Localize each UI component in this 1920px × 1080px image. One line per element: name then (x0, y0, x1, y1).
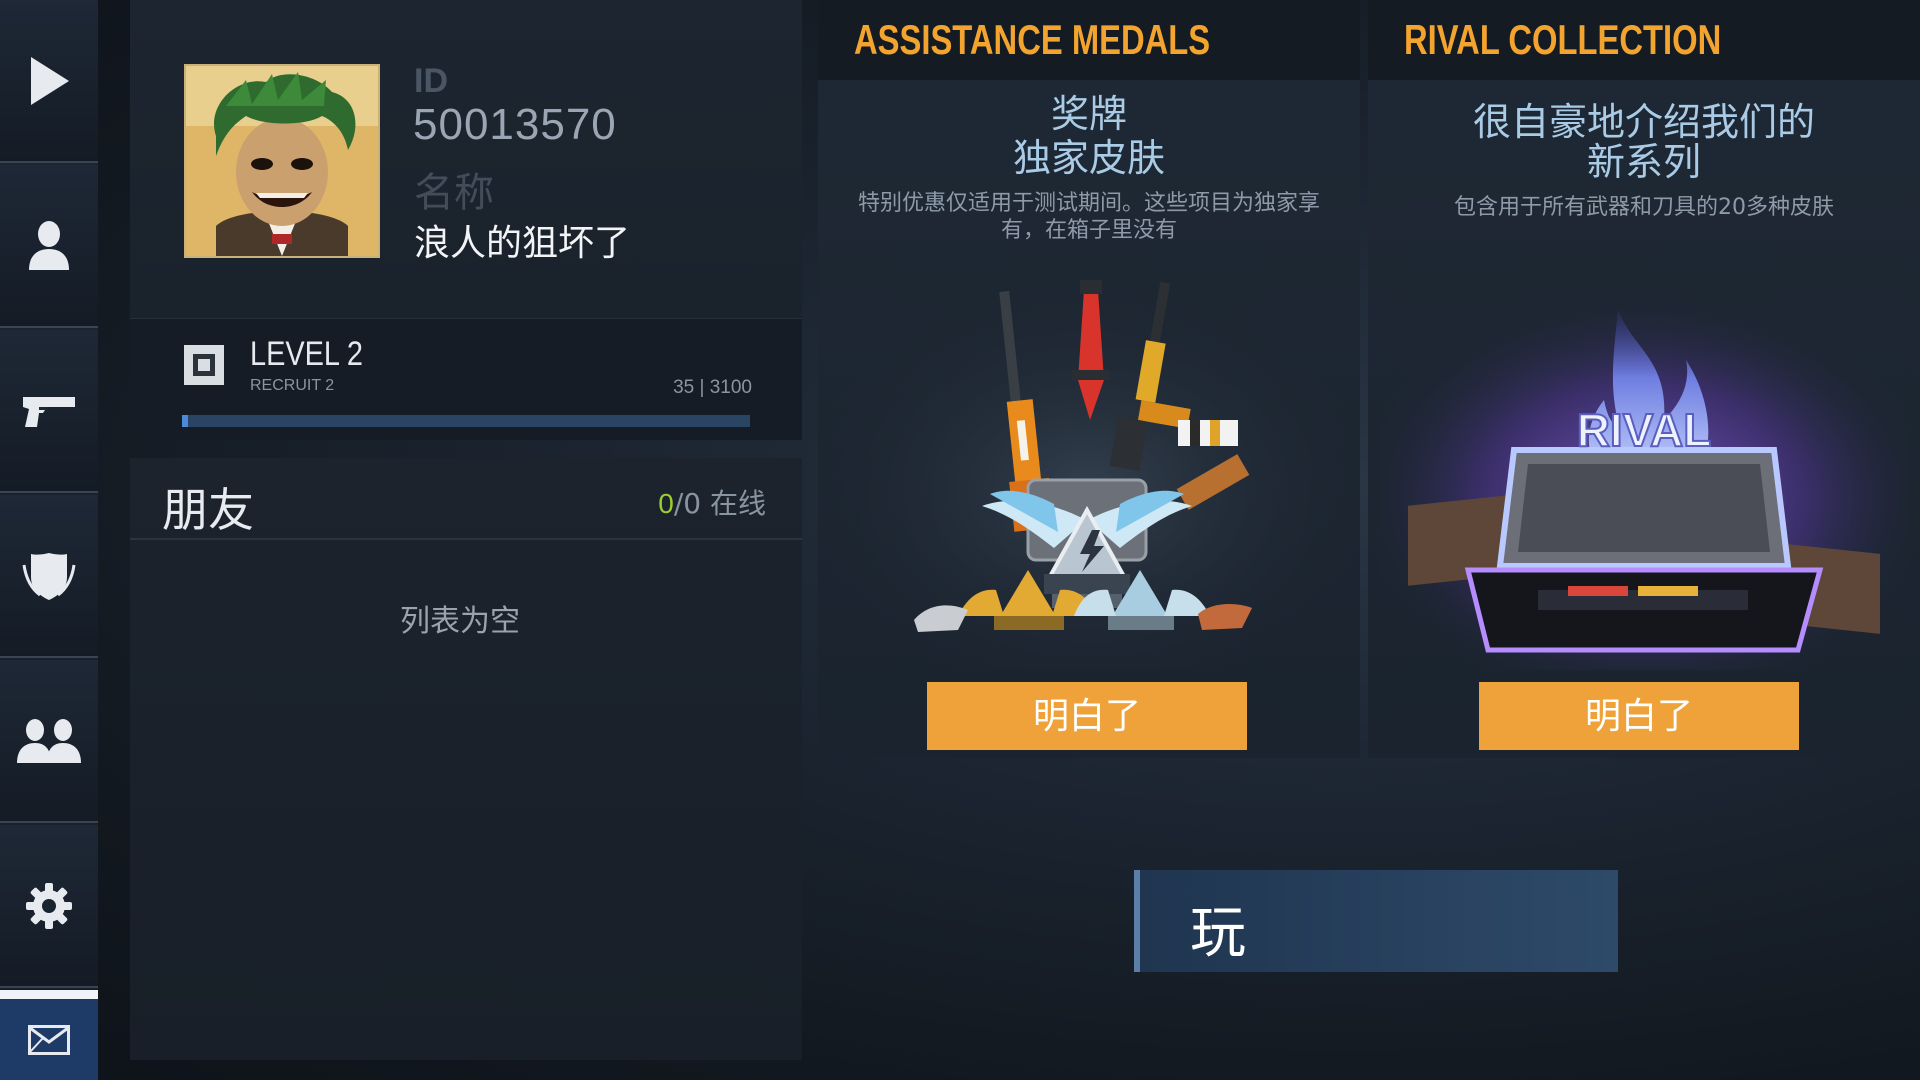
card-headline-1: 很自豪地介绍我们的 (1472, 100, 1815, 144)
level-panel: LEVEL 2 RECRUIT 2 35 | 3100 (130, 318, 802, 440)
friends-icon (17, 718, 81, 763)
clan-shield-icon (22, 552, 76, 600)
player-id: 50013570 (413, 100, 617, 149)
friends-empty-message: 列表为空 (400, 604, 520, 639)
level-title: LEVEL 2 (250, 335, 364, 373)
medals-weapons-artwork (818, 270, 1360, 670)
play-icon (31, 56, 69, 105)
play-label: 玩 (1190, 901, 1246, 966)
id-label: ID (414, 62, 448, 100)
card-title: ASSISTANCE MEDALS (854, 16, 1211, 63)
game-main-menu: ID 50013570 名称 浪人的狙坏了 LEVEL 2 RECRUIT 2 … (0, 0, 1920, 1080)
rival-case-artwork: RIVAL (1378, 290, 1910, 670)
card-headline-2: 独家皮肤 (1012, 136, 1165, 180)
avatar-portrait (186, 66, 378, 256)
profile-panel: ID 50013570 名称 浪人的狙坏了 (130, 0, 802, 318)
rival-logo: RIVAL (1577, 404, 1712, 456)
nav-friends[interactable] (0, 660, 98, 823)
pistol-icon (23, 396, 75, 427)
settings-gear-icon (26, 882, 72, 929)
got-it-button[interactable]: 明白了 (927, 682, 1247, 750)
xp-counter: 35 | 3100 (673, 377, 752, 398)
online-number: 0 (658, 488, 674, 519)
friends-title: 朋友 (162, 483, 254, 537)
card-description: 包含用于所有武器和刀具的20多种皮肤 (1454, 195, 1834, 220)
nav-profile[interactable] (0, 165, 98, 328)
got-it-button[interactable]: 明白了 (1479, 682, 1799, 750)
card-title: RIVAL COLLECTION (1404, 16, 1722, 63)
rank-icon (184, 345, 224, 385)
rival-collection-card: RIVAL COLLECTION 很自豪地介绍我们的 新系列 包含用于所有武器和… (1368, 0, 1920, 758)
nav-weapons[interactable] (0, 330, 98, 493)
player-name: 浪人的狙坏了 (414, 223, 631, 264)
friends-panel: 朋友 0/0 在线 列表为空 (130, 458, 802, 1060)
nav-play[interactable] (0, 0, 98, 163)
mail-icon (28, 1024, 70, 1055)
card-description: 特别优惠仅适用于测试期间。这些项目为独家享有，在箱子里没有 (857, 191, 1320, 243)
side-nav (0, 0, 98, 1080)
friends-online-count: 0/0 在线 (658, 482, 766, 522)
assistance-medals-card: ASSISTANCE MEDALS 奖牌 独家皮肤 特别优惠仅适用于测试期间。这… (818, 0, 1360, 758)
card-header: ASSISTANCE MEDALS (818, 0, 1360, 80)
card-headline-2: 新系列 (1586, 140, 1701, 184)
avatar[interactable] (184, 64, 380, 258)
nav-mail[interactable] (0, 990, 98, 1080)
name-label: 名称 (414, 170, 494, 216)
profile-icon (29, 220, 69, 270)
card-headline-1: 奖牌 (1050, 92, 1127, 136)
friends-header: 朋友 0/0 在线 (130, 458, 802, 540)
rank-name: RECRUIT 2 (250, 377, 335, 394)
nav-settings[interactable] (0, 825, 98, 988)
xp-progress-fill (182, 415, 189, 427)
xp-progress-bar (182, 415, 750, 427)
card-header: RIVAL COLLECTION (1368, 0, 1920, 80)
nav-clan[interactable] (0, 495, 98, 658)
online-total: /0 在线 (673, 487, 766, 520)
play-button[interactable]: 玩 (1134, 870, 1618, 972)
